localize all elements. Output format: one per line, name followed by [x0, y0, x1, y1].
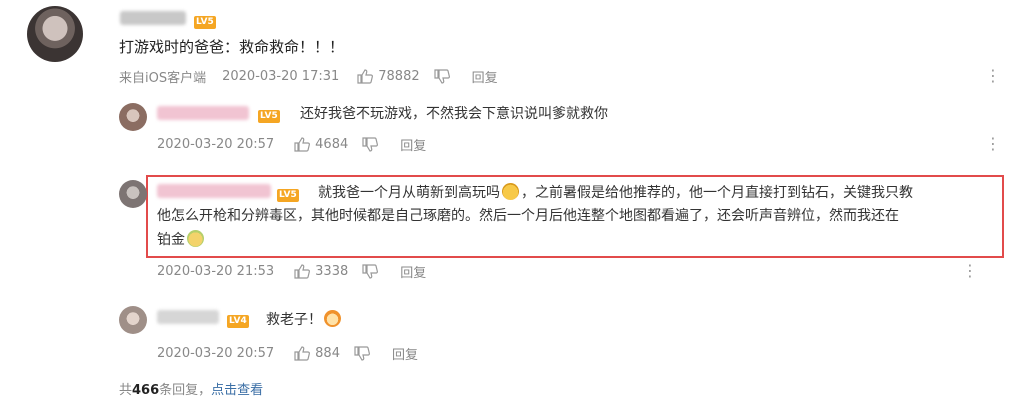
thumb-down-icon[interactable]	[434, 69, 450, 84]
reply-meta: 2020-03-20 20:57 4684 回复	[157, 135, 426, 154]
comment-time: 2020-03-20 17:31	[222, 69, 340, 84]
reply-button[interactable]: 回复	[400, 135, 426, 154]
level-badge: LV5	[277, 189, 299, 202]
level-badge: LV4	[227, 315, 249, 328]
cool-face-emoji-icon	[502, 183, 519, 200]
reply-button[interactable]: 回复	[472, 67, 498, 86]
thumb-up-icon[interactable]	[294, 264, 311, 279]
reply-text-line3: 铂金	[157, 229, 206, 252]
like-count: 884	[315, 346, 340, 361]
like-count: 4684	[315, 137, 349, 152]
footer-prefix: 共	[119, 383, 133, 398]
comment-meta: 来自iOS客户端 2020-03-20 17:31 78882 回复	[119, 67, 498, 86]
reply-time: 2020-03-20 21:53	[157, 264, 275, 279]
thumb-down-icon[interactable]	[362, 264, 379, 279]
reply-button[interactable]: 回复	[400, 262, 426, 281]
reply-text: 就我爸一个月从萌新到高玩吗 ，之前暑假是给他推荐的，他一个月直接打到钻石，关键我只…	[318, 182, 998, 205]
reply-text-line3-word: 铂金	[157, 232, 185, 248]
username[interactable]	[120, 11, 186, 25]
avatar[interactable]	[119, 306, 147, 334]
level-badge: LV5	[194, 16, 216, 29]
reply-text: 还好我爸不玩游戏，不然我会下意识说叫爹就救你	[300, 106, 608, 122]
username[interactable]	[157, 106, 249, 120]
username[interactable]	[157, 310, 219, 324]
reply-time: 2020-03-20 20:57	[157, 346, 275, 361]
reply-count-footer: 共466条回复，点击查看	[119, 379, 263, 398]
more-vertical-icon[interactable]: ⋮	[962, 263, 978, 279]
thumb-down-icon[interactable]	[362, 137, 379, 152]
drooling-face-emoji-icon	[187, 230, 204, 247]
avatar[interactable]	[119, 103, 147, 131]
reply-text-line1a: 就我爸一个月从萌新到高玩吗	[318, 185, 500, 201]
username[interactable]	[157, 184, 271, 198]
reply-text: 救老子！	[266, 309, 343, 332]
avatar[interactable]	[119, 180, 147, 208]
reply-text-body: 救老子！	[266, 312, 322, 328]
reply-button[interactable]: 回复	[392, 344, 418, 363]
thumb-down-icon[interactable]	[354, 346, 370, 361]
reply-meta: 2020-03-20 20:57 884 回复	[157, 344, 418, 363]
thumb-up-icon[interactable]	[294, 346, 311, 361]
comment-text: 打游戏时的爸爸：救命救命！！！	[119, 38, 345, 56]
level-badge: LV5	[258, 110, 280, 123]
reply-meta: 2020-03-20 21:53 3338 回复	[157, 262, 426, 281]
view-all-link[interactable]: 点击查看	[211, 383, 263, 398]
comment-source: 来自iOS客户端	[119, 71, 207, 86]
thumb-up-icon[interactable]	[294, 137, 311, 152]
tiger-face-emoji-icon	[324, 310, 341, 327]
more-vertical-icon[interactable]: ⋮	[985, 136, 1001, 152]
footer-suffix: 条回复，	[159, 383, 212, 398]
reply-text-line2: 他怎么开枪和分辨毒区，其他时候都是自己琢磨的。然后一个月后他连整个地图都看遍了，…	[157, 208, 899, 224]
thumb-up-icon[interactable]	[357, 69, 374, 84]
like-count: 78882	[378, 69, 420, 84]
avatar[interactable]	[27, 6, 83, 62]
more-vertical-icon[interactable]: ⋮	[985, 68, 1001, 84]
reply-text-line1b: ，之前暑假是给他推荐的，他一个月直接打到钻石，关键我只教	[521, 185, 913, 201]
reply-time: 2020-03-20 20:57	[157, 137, 275, 152]
like-count: 3338	[315, 264, 349, 279]
footer-count: 466	[132, 383, 160, 398]
